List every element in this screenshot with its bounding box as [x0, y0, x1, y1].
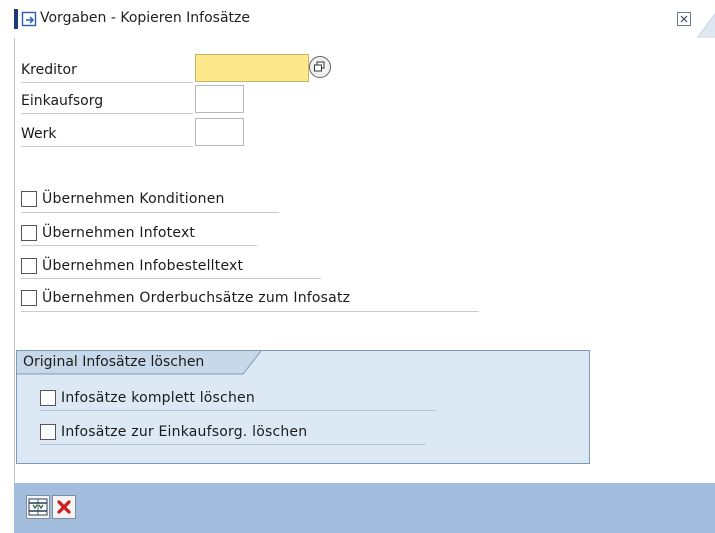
- option-underline: [40, 444, 426, 445]
- option-underline: [40, 410, 436, 411]
- checkbox[interactable]: [21, 290, 37, 306]
- cancel-icon: [57, 500, 71, 514]
- checkbox[interactable]: [21, 191, 37, 207]
- kreditor-input[interactable]: [195, 54, 309, 82]
- kreditor-value-help-button[interactable]: [309, 56, 331, 78]
- option-underline: [21, 311, 479, 312]
- checkbox-label: Übernehmen Infotext: [42, 225, 196, 241]
- checkbox[interactable]: [40, 424, 56, 440]
- checkbox[interactable]: [40, 390, 56, 406]
- einkaufsorg-input[interactable]: [195, 85, 244, 113]
- option-underline: [21, 278, 321, 279]
- checkbox-label: Übernehmen Orderbuchsätze zum Infosatz: [42, 290, 351, 306]
- werk-input[interactable]: [195, 118, 244, 146]
- window-title: Vorgaben - Kopieren Infosätze: [40, 10, 250, 26]
- checkbox[interactable]: [21, 225, 37, 241]
- group-title: Original Infosätze löschen: [23, 354, 205, 370]
- close-icon: [680, 15, 688, 23]
- footer-toolbar: [14, 483, 715, 533]
- option-underline: [21, 245, 257, 246]
- execute-button[interactable]: [26, 495, 50, 519]
- kreditor-label: Kreditor: [21, 62, 77, 78]
- execute-icon: [28, 498, 48, 516]
- dialog-icon: [21, 11, 37, 27]
- werk-label: Werk: [21, 126, 57, 142]
- cancel-button[interactable]: [52, 495, 76, 519]
- checkbox-label: Übernehmen Konditionen: [42, 191, 225, 207]
- option-underline: [21, 212, 279, 213]
- einkaufsorg-label-line: [21, 113, 193, 114]
- title-accent-bar: [14, 9, 18, 29]
- einkaufsorg-label: Einkaufsorg: [21, 93, 104, 109]
- checkbox-label: Infosätze zur Einkaufsorg. löschen: [61, 424, 308, 440]
- checkbox[interactable]: [21, 258, 37, 274]
- kreditor-label-line: [21, 82, 193, 83]
- werk-label-line: [21, 146, 193, 147]
- close-button[interactable]: [677, 12, 691, 26]
- title-bar: Vorgaben - Kopieren Infosätze: [0, 0, 715, 38]
- delete-original-infosaetze-group: Original Infosätze löschen Infosätze kom…: [16, 350, 590, 464]
- checkbox-label: Infosätze komplett löschen: [61, 390, 255, 406]
- value-help-icon: [314, 61, 325, 72]
- checkbox-label: Übernehmen Infobestelltext: [42, 258, 244, 274]
